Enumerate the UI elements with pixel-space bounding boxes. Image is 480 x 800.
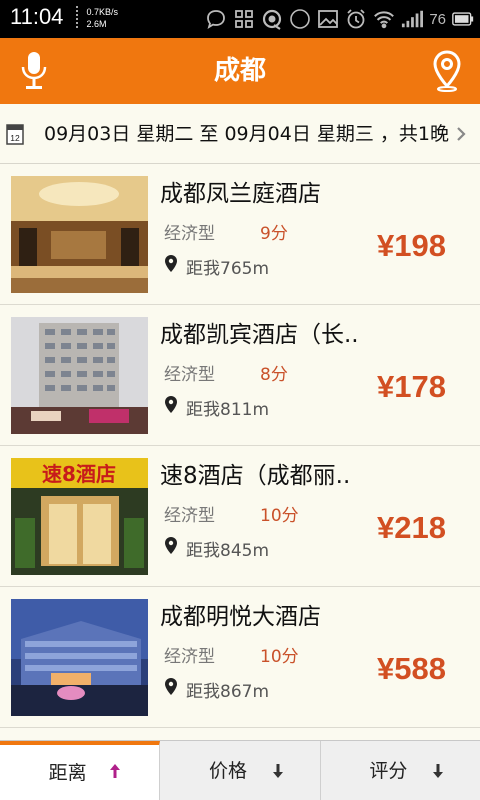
date-range-bar[interactable]: 12 09月03日 星期二 至 09月04日 星期三 ，共1晚 [0, 104, 480, 164]
tab-sort-distance[interactable]: 距离 [0, 741, 161, 800]
tab-sort-rating[interactable]: 评分 [320, 741, 480, 800]
network-activity-icon [76, 6, 80, 28]
app-header: 成都 [0, 38, 480, 104]
hotel-photo [11, 317, 148, 434]
hotel-sign-text: 速8酒店 [42, 462, 116, 486]
location-marker-icon [165, 255, 177, 272]
hotel-photo: 速8酒店 [11, 458, 148, 575]
hotel-name: 成都明悦大酒店 [160, 604, 321, 630]
locate-button[interactable] [432, 50, 462, 92]
tab-sort-price[interactable]: 价格 [160, 741, 321, 800]
sync-app-icon [261, 8, 283, 30]
hotel-list-item[interactable]: 成都明悦大酒店 经济型 10分 距我867m ¥588 [0, 587, 480, 728]
battery-icon [452, 8, 474, 30]
hotel-type: 经济型 [164, 224, 215, 244]
status-bar: 11:04 0.7KB/s 2.6M 76 [0, 0, 480, 38]
hotel-distance: 距我845m [186, 541, 270, 561]
hotel-distance: 距我811m [186, 400, 270, 420]
calendar-icon: 12 [6, 123, 24, 145]
location-marker-icon [165, 396, 177, 413]
hotel-price: ¥178 [377, 369, 446, 404]
hotel-list: 成都凤兰庭酒店 经济型 9分 距我765m ¥198 成都凯宾酒店（长.. 经济… [0, 164, 480, 728]
location-marker-icon [165, 678, 177, 695]
arrow-down-icon [432, 763, 444, 779]
location-pin-icon [433, 50, 461, 92]
chevron-right-icon [456, 126, 466, 142]
hotel-price: ¥588 [377, 651, 446, 686]
tab-label: 价格 [208, 760, 247, 782]
arrow-down-icon [272, 763, 284, 779]
net-total-value: 2.6M [86, 19, 107, 29]
hotel-score: 9分 [260, 224, 288, 244]
hotel-name: 速8酒店（成都丽.. [160, 463, 351, 489]
hotel-type: 经济型 [164, 506, 215, 526]
calendar-day-number: 12 [10, 133, 20, 143]
net-speed-value: 0.7KB/s [86, 7, 119, 17]
wifi-icon [373, 8, 395, 30]
chat-bubble-icon [205, 8, 227, 30]
hotel-photo [11, 176, 148, 293]
hotel-type: 经济型 [164, 647, 215, 667]
hotel-distance: 距我765m [186, 259, 270, 279]
hotel-name: 成都凯宾酒店（长.. [160, 322, 359, 348]
hotel-score: 8分 [260, 365, 288, 385]
page-title: 成都 [213, 56, 266, 86]
hotel-name: 成都凤兰庭酒店 [160, 181, 321, 207]
hotel-price: ¥218 [377, 510, 446, 545]
tab-label: 距离 [48, 762, 87, 784]
battery-percent: 76 [429, 10, 446, 28]
notification-count-badge [289, 8, 311, 30]
location-marker-icon [165, 537, 177, 554]
status-time: 11:04 [10, 4, 64, 29]
hotel-list-item[interactable]: 成都凯宾酒店（长.. 经济型 8分 距我811m ¥178 [0, 305, 480, 446]
hotel-price: ¥198 [377, 228, 446, 263]
tab-label: 评分 [369, 760, 408, 782]
arrow-up-icon [109, 763, 121, 779]
hotel-list-item[interactable]: 速8酒店 速8酒店（成都丽.. 经济型 10分 距我845m ¥218 [0, 446, 480, 587]
hotel-photo [11, 599, 148, 716]
network-speed: 0.7KB/s 2.6M [76, 6, 118, 30]
hotel-type: 经济型 [164, 365, 215, 385]
sort-tab-bar: 距离 价格 评分 [0, 740, 480, 800]
hotel-distance: 距我867m [186, 682, 270, 702]
signal-strength-icon [401, 8, 424, 30]
date-range-text: 09月03日 星期二 至 09月04日 星期三 ，共1晚 [44, 123, 449, 145]
alarm-clock-icon [345, 8, 367, 30]
grid-apps-icon [233, 8, 255, 30]
hotel-score: 10分 [260, 647, 299, 667]
image-icon [317, 8, 339, 30]
hotel-score: 10分 [260, 506, 299, 526]
hotel-list-item[interactable]: 成都凤兰庭酒店 经济型 9分 距我765m ¥198 [0, 164, 480, 305]
